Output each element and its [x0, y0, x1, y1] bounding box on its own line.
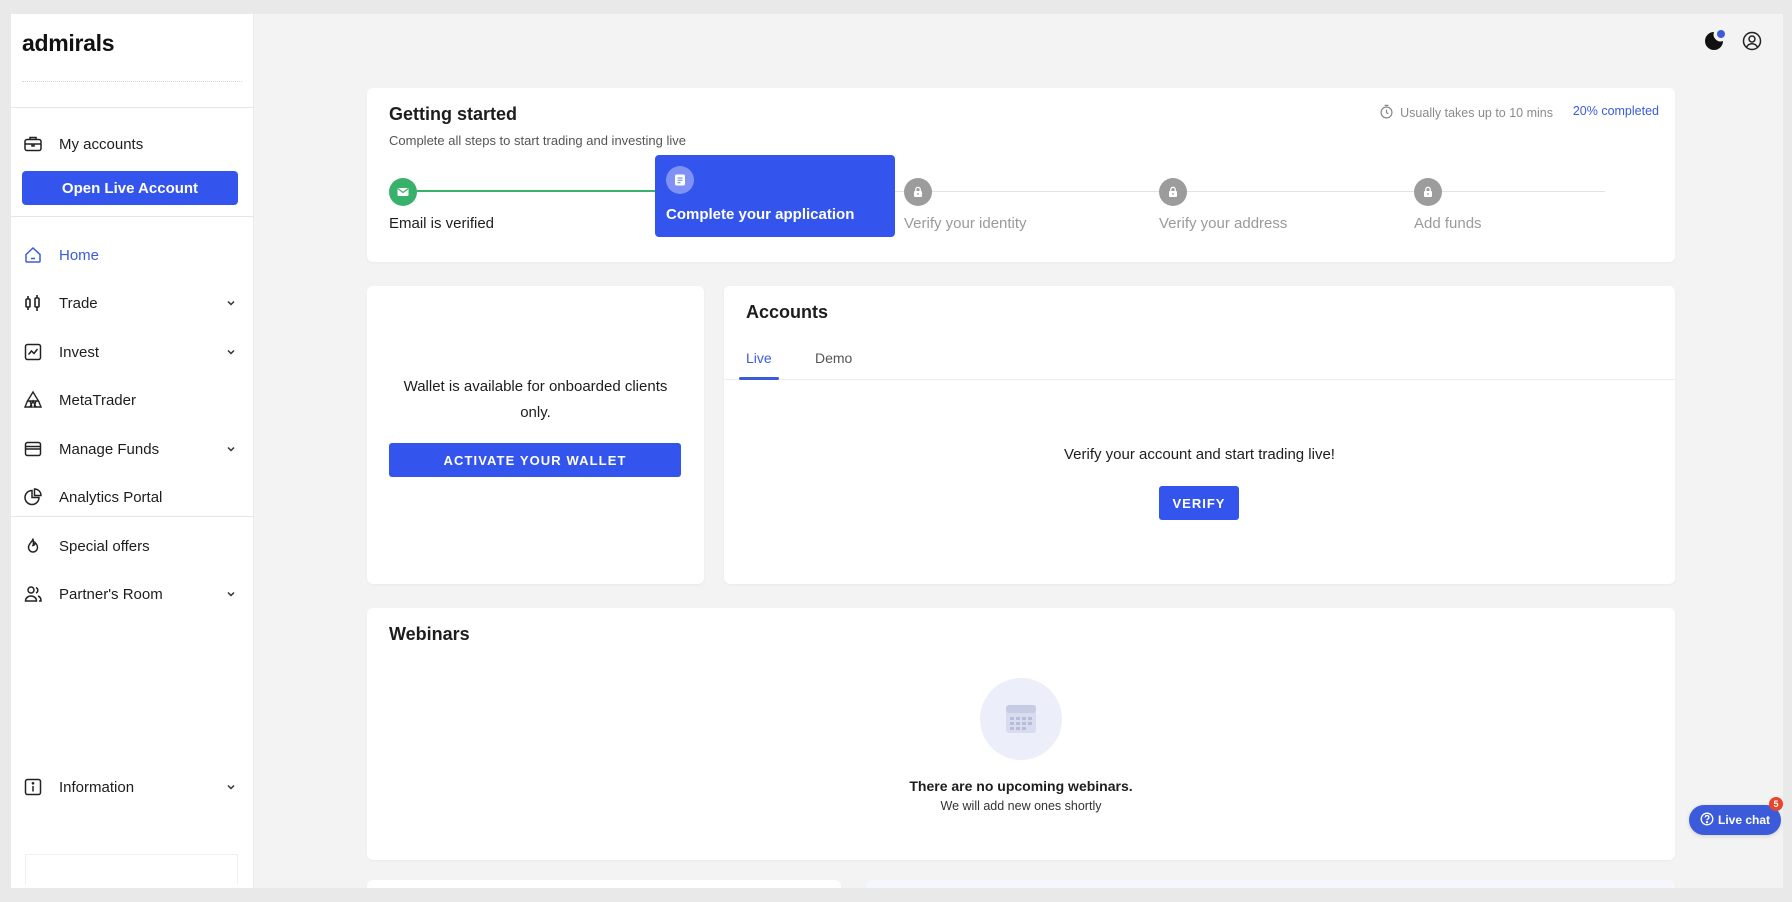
time-estimate: Usually takes up to 10 mins: [1379, 104, 1553, 122]
tab-live[interactable]: Live: [746, 350, 772, 366]
divider: [11, 216, 254, 217]
calendar-icon: [980, 678, 1062, 760]
progress-text: 20% completed: [1572, 104, 1659, 118]
divider: [11, 516, 254, 517]
lock-icon: [1414, 178, 1442, 206]
getting-started-card: Getting started Complete all steps to st…: [367, 88, 1675, 262]
wallet-message: Wallet is available for onboarded client…: [403, 378, 668, 421]
flame-icon: [22, 535, 44, 557]
app-frame: admirals My accounts Open Live Account H…: [11, 14, 1783, 888]
wallet-card: Wallet is available for onboarded client…: [367, 286, 704, 584]
sidebar-item-information[interactable]: Information: [11, 765, 254, 809]
user-profile-icon[interactable]: [1739, 28, 1765, 54]
chevron-down-icon[interactable]: [222, 440, 240, 458]
sidebar: admirals My accounts Open Live Account H…: [11, 14, 254, 888]
live-chat-badge: 5: [1769, 797, 1783, 811]
metatrader-icon: [22, 389, 44, 411]
lock-icon: [904, 178, 932, 206]
notification-dot: [1717, 30, 1725, 38]
time-estimate-text: Usually takes up to 10 mins: [1400, 106, 1553, 120]
onboarding-steps: Email is verified Complete your applicat…: [389, 155, 1659, 250]
sidebar-item-label: Home: [59, 246, 100, 264]
getting-started-title: Getting started: [389, 104, 518, 124]
activate-wallet-button[interactable]: ACTIVATE YOUR WALLET: [389, 443, 681, 477]
sidebar-item-label: Information: [59, 778, 135, 796]
chevron-down-icon[interactable]: [222, 585, 240, 603]
sidebar-item-invest[interactable]: Invest: [11, 330, 254, 374]
home-icon: [22, 244, 44, 266]
info-icon: [22, 776, 44, 798]
webinars-card: Webinars There are no upcoming webinars.…: [367, 608, 1675, 860]
step-label: Complete your application: [666, 206, 855, 223]
pie-chart-icon: [22, 486, 44, 508]
briefcase-icon: [22, 133, 44, 155]
active-tab-indicator: [739, 377, 779, 380]
accounts-tabs: Live Demo: [724, 340, 1675, 380]
webinars-empty-subtitle: We will add new ones shortly: [940, 799, 1102, 813]
sidebar-item-partners-room[interactable]: Partner's Room: [11, 572, 254, 616]
candlestick-icon: [22, 292, 44, 314]
theme-toggle-icon[interactable]: [1701, 28, 1727, 54]
sidebar-item-label: Manage Funds: [59, 440, 160, 458]
live-chat-label: Live chat: [1717, 813, 1771, 827]
lock-icon: [1159, 178, 1187, 206]
chevron-down-icon[interactable]: [222, 294, 240, 312]
chevron-down-icon[interactable]: [222, 778, 240, 796]
tab-demo[interactable]: Demo: [815, 350, 852, 366]
sidebar-item-label: Analytics Portal: [59, 488, 163, 506]
sidebar-item-label: Invest: [59, 343, 100, 361]
sidebar-item-label: My accounts: [59, 135, 144, 153]
sidebar-item-manage-funds[interactable]: Manage Funds: [11, 427, 254, 471]
chart-line-icon: [22, 341, 44, 363]
step-label: Verify your address: [1159, 215, 1288, 232]
webinars-title: Webinars: [389, 624, 470, 644]
step-email-verified[interactable]: Email is verified: [389, 168, 629, 250]
help-circle-icon: [1700, 812, 1714, 829]
sidebar-item-special-offers[interactable]: Special offers: [11, 524, 254, 568]
step-add-funds[interactable]: Add funds: [1414, 168, 1654, 250]
open-live-account-button[interactable]: Open Live Account: [22, 171, 238, 205]
step-label: Email is verified: [389, 215, 495, 232]
verify-button[interactable]: VERIFY: [1159, 486, 1239, 520]
envelope-icon: [389, 178, 417, 206]
step-label: Verify your identity: [904, 215, 1027, 232]
sidebar-footer: [25, 854, 238, 884]
users-icon: [22, 583, 44, 605]
divider: [11, 107, 254, 108]
sidebar-item-home[interactable]: Home: [11, 233, 254, 277]
accounts-card: Accounts Live Demo Verify your account a…: [724, 286, 1675, 584]
sidebar-item-label: Trade: [59, 294, 98, 312]
wallet-icon: [22, 438, 44, 460]
step-verify-identity[interactable]: Verify your identity: [904, 168, 1144, 250]
logo-divider: [22, 76, 242, 82]
accounts-message: Verify your account and start trading li…: [1064, 446, 1335, 463]
getting-started-subtitle: Complete all steps to start trading and …: [389, 133, 686, 148]
sidebar-item-my-accounts[interactable]: My accounts: [11, 122, 254, 166]
header-actions: [1701, 28, 1765, 54]
chevron-down-icon[interactable]: [222, 343, 240, 361]
next-card-left: [367, 880, 841, 888]
brand-logo[interactable]: admirals: [22, 30, 115, 57]
sidebar-item-label: Special offers: [59, 537, 150, 555]
sidebar-item-analytics-portal[interactable]: Analytics Portal: [11, 475, 254, 519]
next-card-right: [866, 880, 1675, 888]
sidebar-item-trade[interactable]: Trade: [11, 281, 254, 325]
stopwatch-icon: [1379, 104, 1394, 122]
form-icon: [666, 166, 694, 194]
live-chat-button[interactable]: Live chat 5: [1689, 797, 1783, 835]
step-complete-application[interactable]: Complete your application: [655, 155, 895, 237]
sidebar-item-label: MetaTrader: [59, 391, 136, 409]
step-verify-address[interactable]: Verify your address: [1159, 168, 1399, 250]
step-label: Add funds: [1414, 215, 1482, 232]
webinars-empty-title: There are no upcoming webinars.: [909, 778, 1133, 794]
accounts-title: Accounts: [746, 302, 829, 322]
sidebar-item-metatrader[interactable]: MetaTrader: [11, 378, 254, 422]
sidebar-item-label: Partner's Room: [59, 585, 163, 603]
